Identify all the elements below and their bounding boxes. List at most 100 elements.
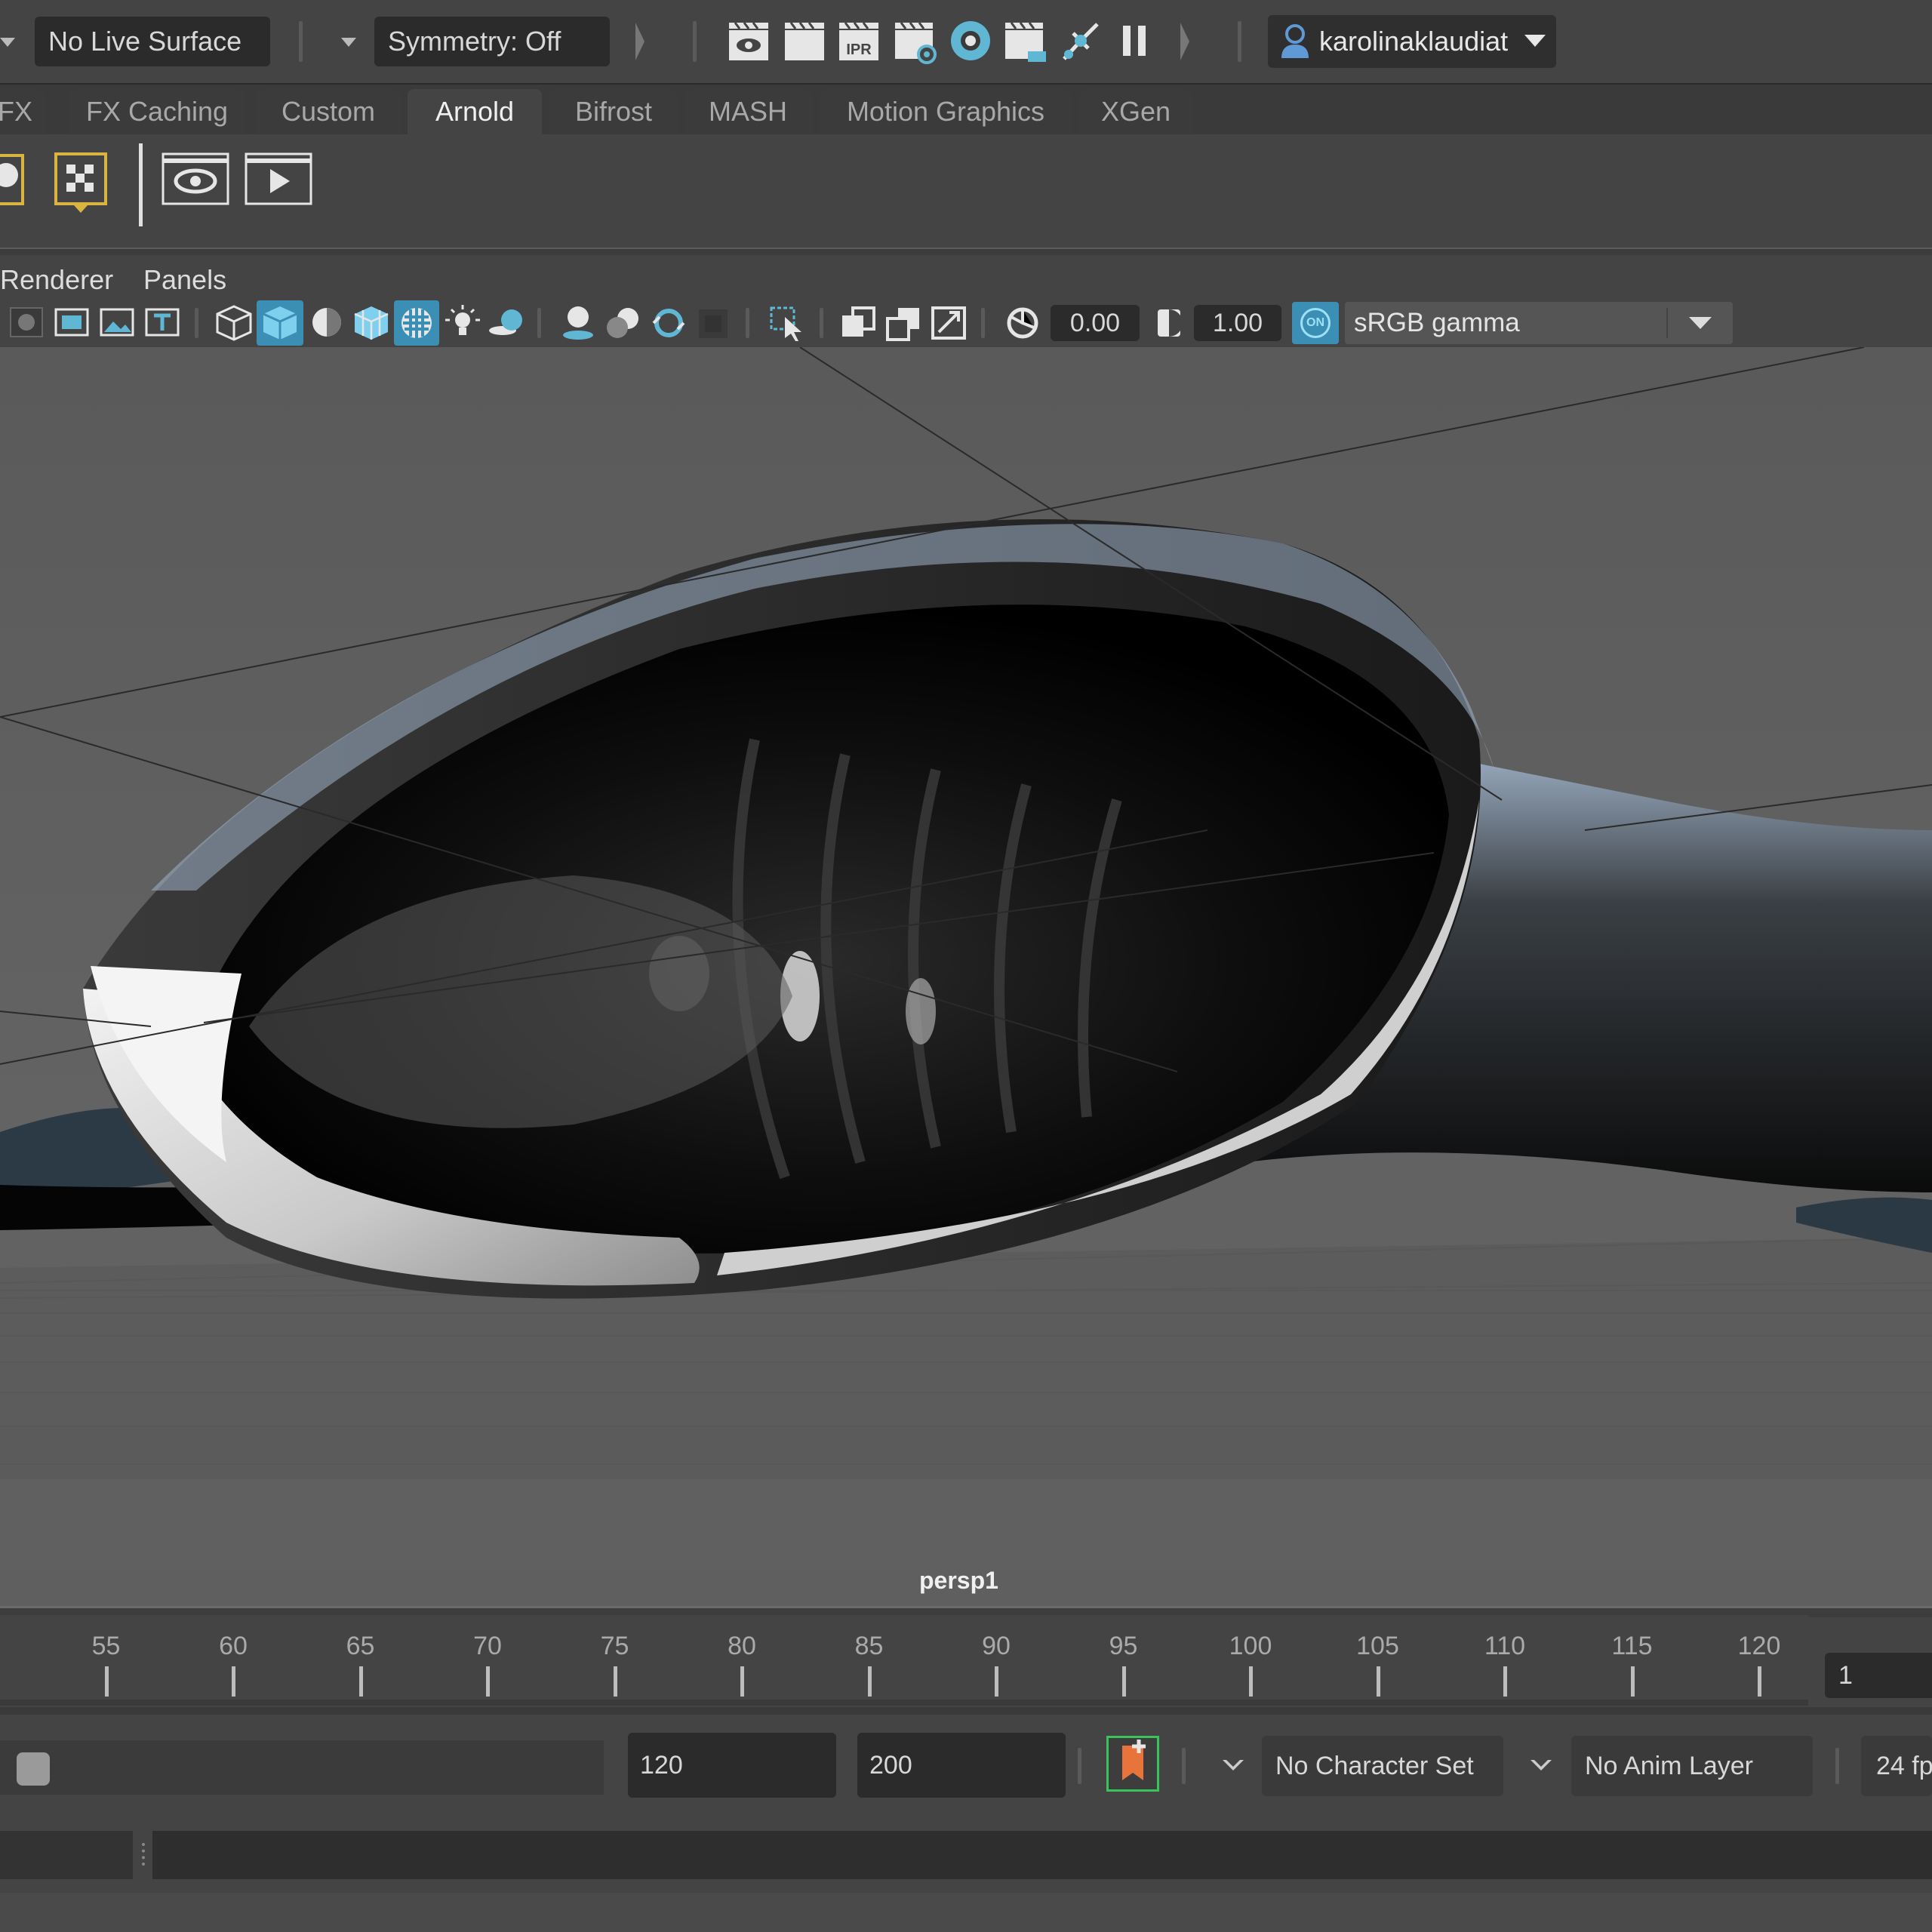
anti-aliasing-icon[interactable] — [649, 303, 688, 343]
isolate-select-icon[interactable] — [767, 303, 809, 343]
tab-label: Arnold — [435, 96, 515, 127]
time-tick-mark — [1376, 1666, 1380, 1697]
textured-toggle[interactable] — [394, 300, 439, 346]
camera-attributes-icon[interactable] — [8, 305, 45, 340]
time-tick-label: 60 — [219, 1632, 248, 1660]
checker-shader-icon[interactable] — [53, 151, 113, 214]
status-line: No Live Surface Symmetry: Off IPR karoli… — [0, 0, 1932, 83]
shelf-tab-fx[interactable]: FX — [0, 89, 45, 134]
command-input[interactable] — [152, 1831, 1932, 1879]
render-sequence-icon[interactable] — [1002, 18, 1049, 65]
collapse-arrow-icon[interactable] — [635, 23, 645, 60]
render-settings-icon[interactable] — [892, 18, 939, 65]
tab-label: MASH — [708, 96, 787, 127]
separator — [195, 308, 198, 338]
tab-label: Custom — [281, 96, 376, 127]
fps-field[interactable]: 24 fps — [1861, 1736, 1932, 1796]
time-slider[interactable] — [0, 1615, 1808, 1706]
time-tick-mark — [740, 1666, 744, 1697]
separator — [1835, 1748, 1839, 1784]
current-frame-field[interactable]: 1 — [1825, 1653, 1932, 1698]
light-bulb-icon[interactable] — [0, 151, 29, 211]
use-all-lights-icon[interactable] — [444, 303, 481, 343]
max-time-value: 200 — [869, 1750, 912, 1780]
camera-label: persp1 — [919, 1567, 998, 1594]
time-tick-label: 95 — [1109, 1632, 1138, 1660]
film-gate-icon[interactable] — [53, 305, 91, 340]
exposure-field[interactable]: 0.00 — [1051, 305, 1140, 341]
default-material-icon[interactable] — [308, 305, 346, 340]
separator — [746, 308, 749, 338]
separator — [981, 308, 985, 338]
end-time-value: 120 — [640, 1750, 683, 1780]
screen-space-ao-icon[interactable] — [558, 303, 598, 343]
shelf-separator — [139, 143, 143, 226]
menu-panels[interactable]: Panels — [143, 264, 226, 296]
separator — [693, 21, 697, 62]
exposure-icon[interactable] — [1004, 305, 1041, 341]
shelf-tab-mash[interactable]: MASH — [684, 89, 812, 134]
render-frame-icon[interactable] — [782, 18, 827, 63]
render-view-eye-icon[interactable] — [162, 152, 229, 205]
safe-title-icon[interactable] — [143, 305, 181, 340]
range-slider-track[interactable] — [0, 1740, 604, 1795]
live-surface-field[interactable]: No Live Surface — [35, 17, 270, 66]
color-management-toggle[interactable]: ON — [1292, 302, 1339, 344]
separator — [537, 308, 541, 338]
time-tick-label: 65 — [346, 1632, 375, 1660]
symmetry-field[interactable]: Symmetry: Off — [374, 17, 610, 66]
light-editor-icon[interactable] — [1058, 18, 1105, 65]
shelf-tab-xgen[interactable]: XGen — [1079, 89, 1192, 134]
shelf-icons — [0, 134, 1932, 248]
command-language-field[interactable] — [0, 1831, 133, 1879]
wireframe-icon[interactable] — [214, 303, 254, 341]
gamma-field[interactable]: 1.00 — [1194, 305, 1281, 341]
menu-renderer[interactable]: Renderer — [0, 264, 113, 296]
user-account-dropdown[interactable]: karolinaklaudiat — [1268, 15, 1556, 68]
range-slider-handle[interactable] — [17, 1752, 50, 1786]
time-tick-label: 120 — [1737, 1632, 1781, 1660]
time-tick-label: 105 — [1356, 1632, 1399, 1660]
render-play-icon[interactable] — [245, 152, 312, 205]
viewport[interactable]: persp1 — [0, 347, 1932, 1606]
ipr-render-icon[interactable]: IPR — [836, 18, 881, 63]
xray-icon[interactable] — [839, 305, 877, 341]
xray-joints-icon[interactable] — [884, 305, 922, 341]
shelf-tab-custom[interactable]: Custom — [255, 89, 401, 134]
collapse-arrow-icon[interactable] — [1180, 23, 1189, 60]
depth-of-field-icon[interactable] — [694, 305, 732, 341]
time-slider-bottom — [0, 1700, 1808, 1706]
smooth-shade-toggle[interactable] — [257, 300, 303, 346]
character-set-label: No Character Set — [1275, 1751, 1474, 1780]
auto-key-button[interactable] — [1106, 1736, 1159, 1792]
shelf-tab-arnold[interactable]: Arnold — [408, 89, 542, 134]
time-tick-mark — [104, 1666, 109, 1697]
color-space-dropdown[interactable]: sRGB gamma — [1345, 302, 1733, 344]
symmetry-label: Symmetry: Off — [388, 26, 561, 57]
tab-label: FX — [0, 96, 32, 127]
anim-layer-field[interactable]: No Anim Layer — [1571, 1736, 1813, 1796]
end-time-field[interactable]: 120 — [628, 1733, 836, 1798]
tab-label: Bifrost — [574, 96, 653, 127]
chevron-down-icon[interactable] — [0, 38, 15, 47]
time-tick-mark — [613, 1666, 617, 1697]
pause-icon[interactable] — [1117, 21, 1153, 60]
shelf-tab-bifrost[interactable]: Bifrost — [549, 89, 678, 134]
wireframe-on-shaded-icon[interactable] — [352, 303, 391, 341]
render-view-icon[interactable] — [726, 18, 771, 63]
max-time-field[interactable]: 200 — [857, 1733, 1066, 1798]
hypershade-icon[interactable] — [948, 18, 993, 63]
exposure-value: 0.00 — [1069, 308, 1121, 337]
chevron-down-icon[interactable] — [341, 38, 356, 47]
shelf-tab-fx-caching[interactable]: FX Caching — [68, 89, 246, 134]
gamma-icon[interactable] — [1152, 305, 1186, 341]
viewport-toolbar: 0.00 1.00 ON sRGB gamma — [0, 300, 1932, 346]
image-plane-icon[interactable] — [98, 305, 136, 340]
xray-components-icon[interactable] — [930, 305, 968, 341]
chevron-down-icon — [1524, 35, 1546, 47]
character-set-field[interactable]: No Character Set — [1262, 1736, 1503, 1796]
shadows-icon[interactable] — [486, 303, 527, 343]
user-icon — [1281, 24, 1309, 58]
shelf-tab-motion-graphics[interactable]: Motion Graphics — [820, 89, 1072, 134]
motion-blur-icon[interactable] — [604, 303, 643, 343]
